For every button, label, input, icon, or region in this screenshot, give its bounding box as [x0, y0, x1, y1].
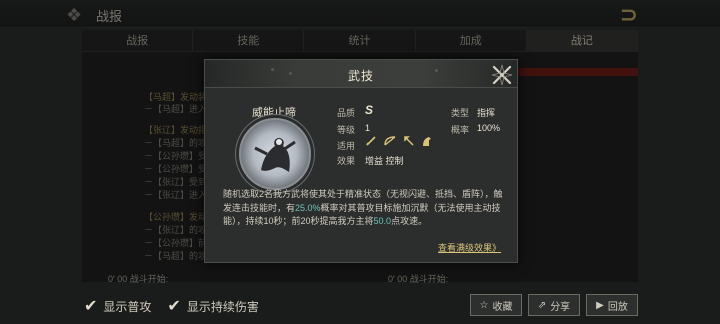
close-icon: [491, 64, 513, 86]
log-line: －【张辽】受到: [144, 177, 208, 187]
log-line: －【马超】的攻: [144, 138, 208, 148]
alert-bar: [516, 68, 638, 76]
favorite-button[interactable]: ☆ 收藏: [470, 294, 522, 316]
battle-start-time-left: 0' 00 战斗开始:: [108, 274, 169, 284]
show-normal-attack-label: 显示普攻: [103, 299, 152, 314]
log-line: 【公孙瓒】发动: [144, 212, 208, 222]
report-tabs: 战报 技能 统计 加成 战记: [82, 30, 639, 52]
dialog-header: 武技: [205, 60, 517, 88]
horse-icon: [421, 135, 433, 150]
bow-icon: [383, 135, 397, 150]
log-line: －【公孙瓒】受: [144, 151, 208, 161]
share-icon: ⇗: [537, 299, 547, 311]
level-value: 1: [365, 123, 371, 133]
skill-description: 随机选取2名我方武将使其处于精准状态（无视闪避、抵挡、盾阵），触发连击技能时，有…: [223, 188, 505, 229]
display-options: ✔ 显示普攻 ✔ 显示持续伤害: [84, 296, 259, 316]
share-button[interactable]: ⇗ 分享: [528, 294, 580, 316]
show-continuous-damage-checkbox[interactable]: ✔ 显示持续伤害: [167, 296, 258, 316]
warrior-silhouette-icon: [254, 138, 296, 172]
star-icon: ☆: [479, 299, 489, 311]
rate-label: 概率: [451, 125, 470, 135]
log-line: －【公孙瓒】受: [144, 164, 208, 174]
quality-value: S: [365, 103, 374, 117]
dialog-title: 武技: [347, 69, 374, 83]
tab-skills[interactable]: 技能: [193, 30, 305, 51]
tab-bonus[interactable]: 加成: [416, 30, 527, 51]
description-highlight: 50.0: [373, 216, 392, 226]
log-line: －【张辽】进入: [144, 190, 208, 200]
show-normal-attack-checkbox[interactable]: ✔ 显示普攻: [84, 296, 151, 316]
view-max-level-link[interactable]: 查看满级效果》: [438, 241, 501, 254]
type-label: 类型: [451, 108, 470, 118]
tab-statistics[interactable]: 统计: [304, 30, 416, 51]
skill-portrait-icon: [239, 118, 311, 190]
share-label: 分享: [550, 301, 571, 313]
description-text: 点攻速。: [391, 216, 428, 226]
favorite-label: 收藏: [492, 301, 513, 313]
show-continuous-damage-label: 显示持续伤害: [186, 299, 259, 314]
effect-label: 效果: [337, 156, 356, 166]
replay-button[interactable]: ▶ 回放: [586, 294, 638, 316]
skill-detail-dialog: 武技 威能止啼 品质 S 类型 指挥 等级 1 概率 100% 适用 效果 增益…: [204, 59, 518, 263]
sword-icon: [365, 135, 377, 150]
level-label: 等级: [337, 125, 356, 135]
applicable-label: 适用: [337, 141, 356, 151]
page-title: 战报: [96, 9, 123, 24]
log-line: －【张辽】的攻: [144, 225, 208, 235]
checkmark-icon: ✔: [84, 298, 98, 315]
replay-label: 回放: [607, 301, 628, 313]
footer-actions: ☆ 收藏 ⇗ 分享 ▶ 回放: [470, 294, 638, 316]
effect-value: 增益 控制: [365, 156, 404, 166]
quality-label: 品质: [337, 108, 356, 118]
applicable-units: [365, 135, 433, 150]
log-line: －【马超】进入: [144, 104, 208, 114]
tab-battle-report[interactable]: 战报: [82, 30, 194, 51]
checkmark-icon: ✔: [167, 298, 181, 315]
back-icon[interactable]: ⊃: [620, 2, 638, 28]
top-bar: ❖ 战报 ⊃: [0, 0, 720, 28]
play-icon: ▶: [596, 299, 604, 311]
log-line: 【张辽】发动指: [144, 125, 208, 135]
spear-icon: [403, 135, 415, 150]
rate-value: 100%: [477, 123, 501, 133]
close-button[interactable]: [489, 62, 515, 88]
logo-icon: ❖: [66, 5, 83, 25]
type-value: 指挥: [477, 108, 496, 118]
description-highlight: 25.0%: [295, 202, 321, 213]
battle-start-time-right: 0' 00 战斗开始:: [388, 274, 449, 284]
log-line: －【马超】的攻: [144, 251, 208, 261]
tab-battle-record[interactable]: 战记: [526, 30, 639, 51]
log-line: －【公孙瓒】前: [144, 238, 208, 248]
